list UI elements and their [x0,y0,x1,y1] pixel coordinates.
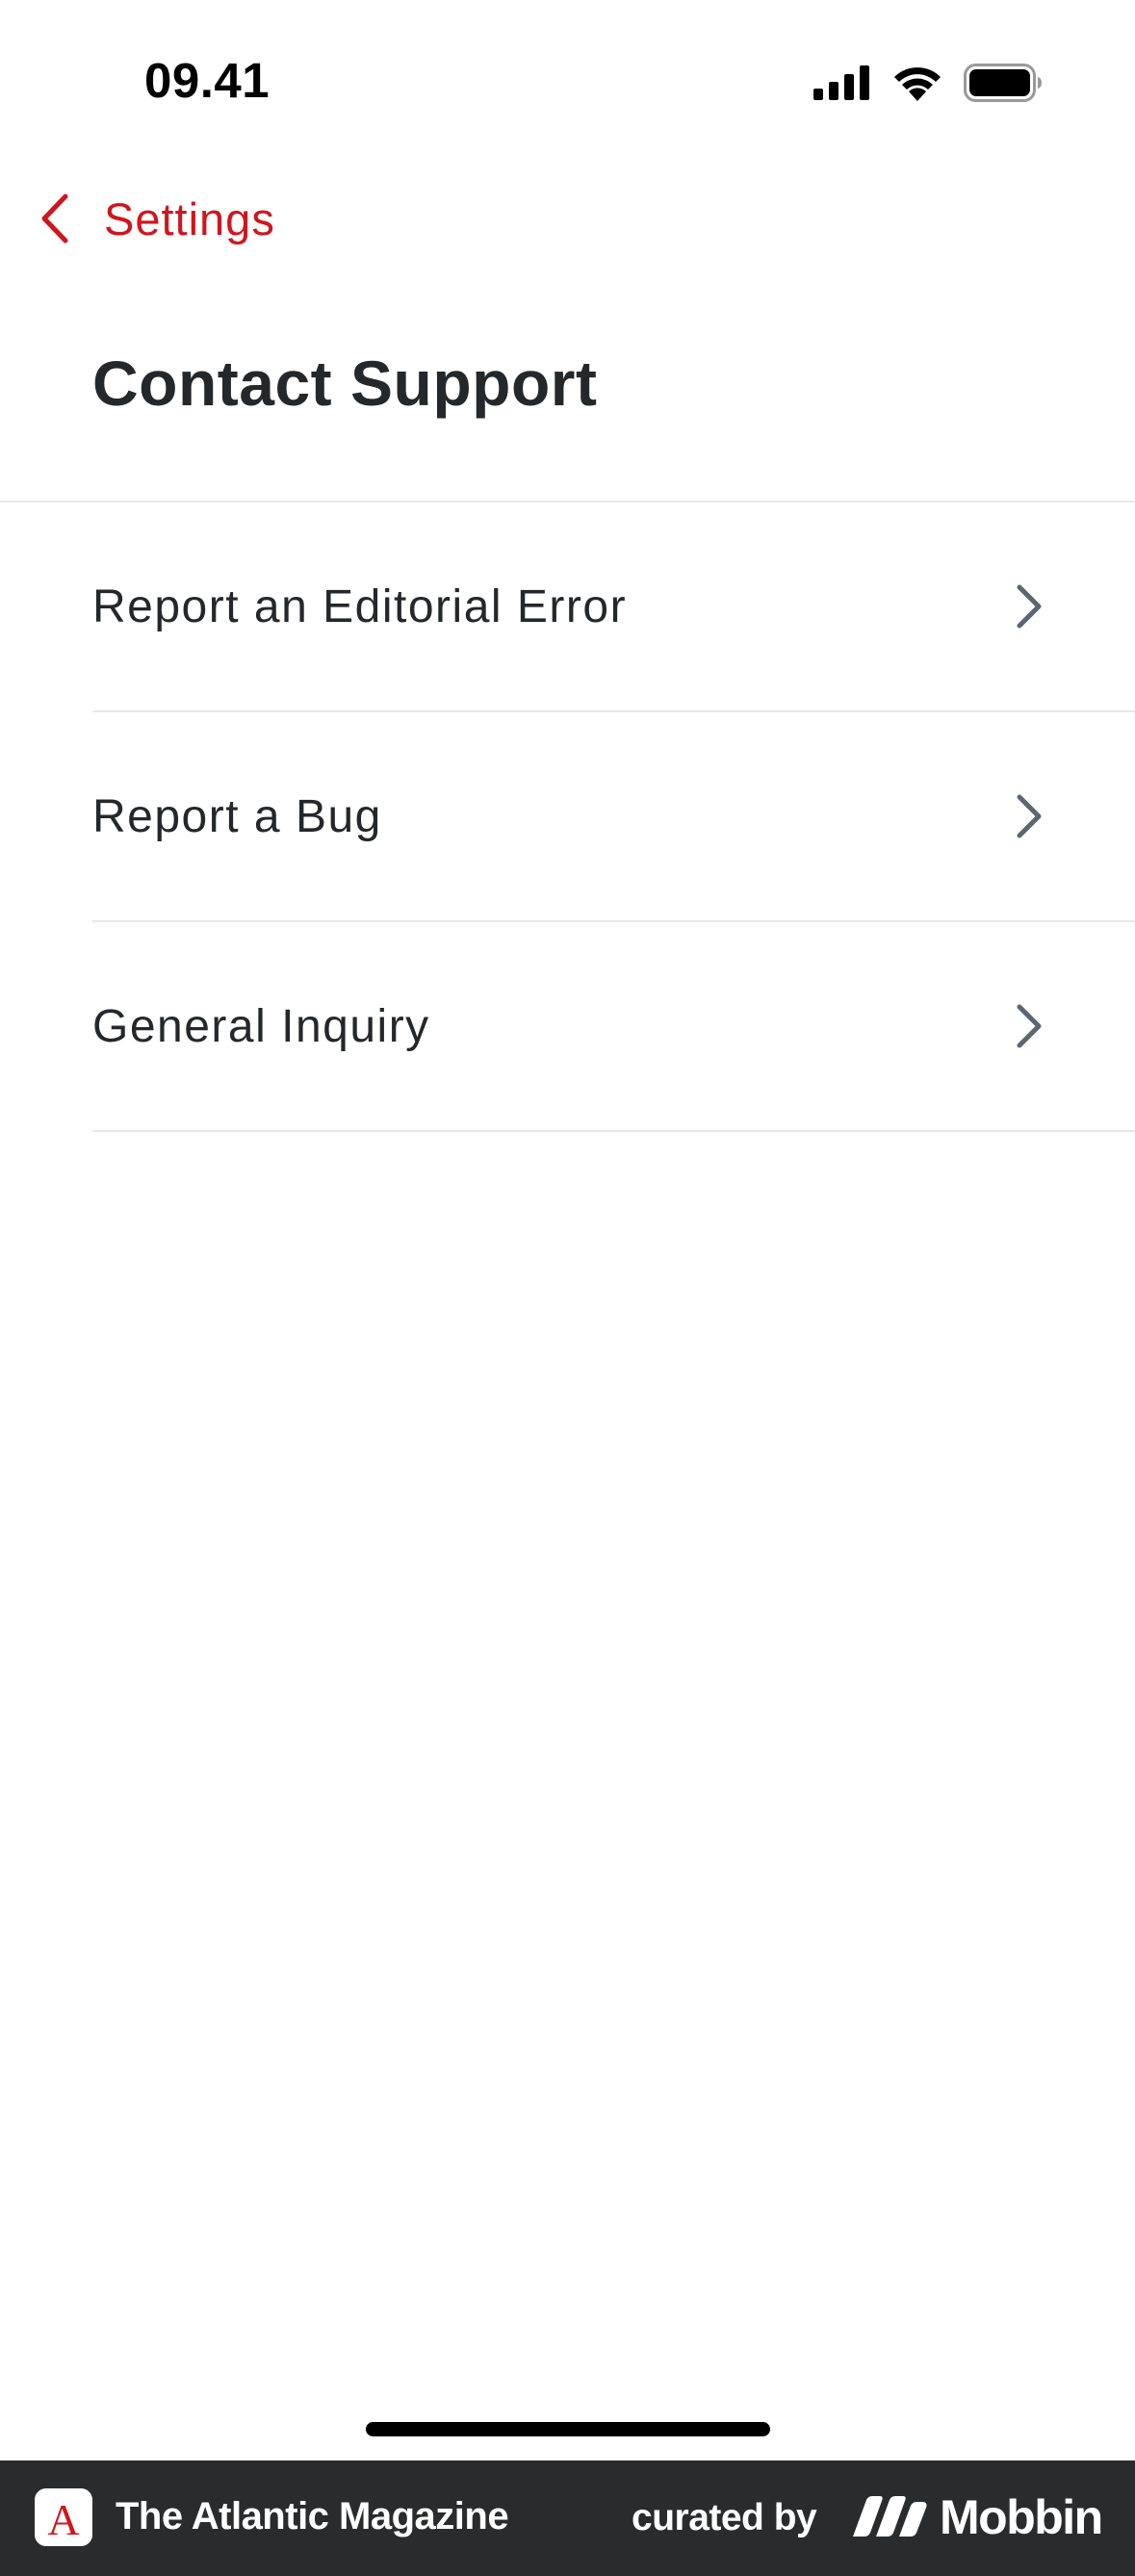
list-item-report-bug[interactable]: Report a Bug [92,712,1135,922]
chevron-right-icon [1017,584,1042,629]
signal-icon [813,65,869,100]
back-button-label: Settings [104,193,275,245]
status-time: 09.41 [144,53,271,108]
mobbin-logo-icon [853,2496,927,2537]
list-item-label: Report a Bug [92,790,382,842]
chevron-right-icon [1017,794,1042,838]
footer-app-name: The Atlantic Magazine [116,2495,509,2537]
footer-curated-label: curated by [632,2497,817,2538]
footer-bar: A The Atlantic Magazine curated by Mobbi… [0,2460,1135,2576]
back-button[interactable]: Settings [39,185,275,252]
page-title: Contact Support [92,348,598,419]
status-bar: 09.41 [0,0,1135,144]
footer-brand-name: Mobbin [940,2490,1103,2544]
list-item-general-inquiry[interactable]: General Inquiry [92,922,1135,1132]
status-icons [813,64,1043,102]
svg-text:A: A [47,2495,79,2544]
wifi-icon [894,67,941,101]
home-indicator[interactable] [366,2422,770,2436]
list-item-label: General Inquiry [92,1000,430,1052]
chevron-right-icon [1017,1004,1042,1048]
app-logo-icon: A [35,2488,92,2546]
battery-icon [964,64,1042,102]
list-item-label: Report an Editorial Error [92,580,628,632]
chevron-left-icon [41,193,68,244]
list-item-report-editorial-error[interactable]: Report an Editorial Error [92,502,1135,712]
support-options-list: Report an Editorial Error Report a Bug G… [0,502,1135,1132]
